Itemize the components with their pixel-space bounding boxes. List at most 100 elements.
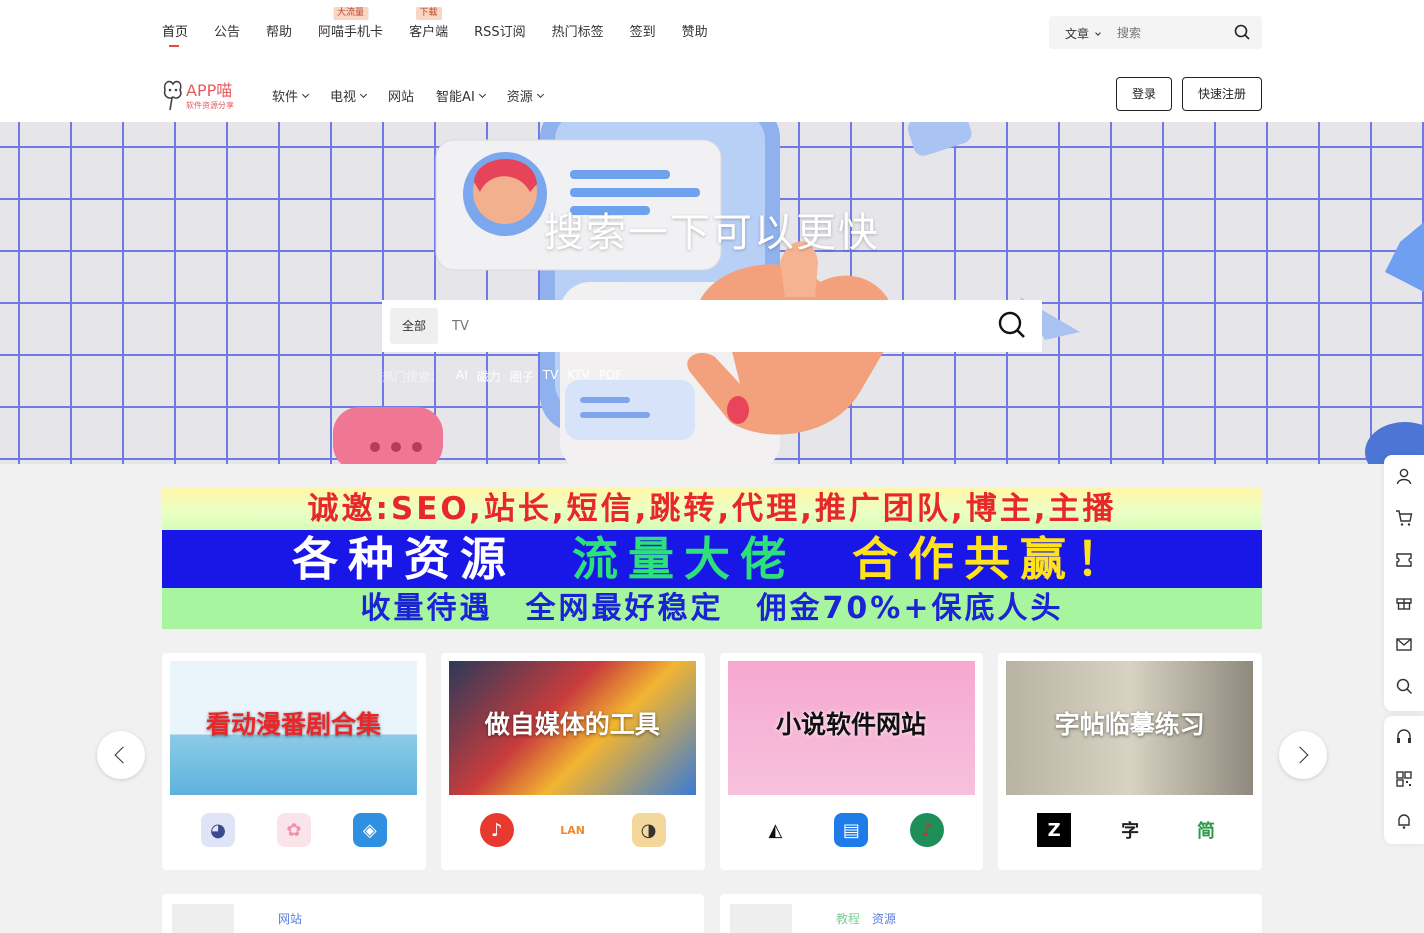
chevron-down-icon — [301, 90, 310, 98]
site-logo[interactable]: APP喵 软件资源分享 — [162, 76, 244, 112]
ad-banner[interactable]: 诚邀:SEO,站长,短信,跳转,代理,推广团队,博主,主播 各种资源 流量大佬 … — [162, 488, 1262, 629]
main-nav: 软件 电视 网站 智能AI 资源 — [272, 86, 565, 105]
category-carousel: 看动漫番剧合集 ◕ ✿ ◈ 做自媒体的工具 ♪ LAN ◑ 小说软件网站 ◭ ▤ ♪ 字帖临摹练习 Z 字 简 — [162, 653, 1262, 870]
top-nav-item[interactable]: 帮助 — [266, 24, 292, 44]
search-category-select[interactable]: 文章 — [1065, 25, 1101, 42]
top-nav-item[interactable]: 热门标签 — [552, 24, 604, 44]
post-card-left[interactable]: 网站 — [162, 894, 704, 933]
main-nav-item[interactable]: 智能AI — [436, 86, 486, 105]
top-nav: 首页 公告 帮助 阿喵手机卡 大流量 客户端 下载 RSS订阅 热门标签 签到 赞助 — [162, 7, 734, 47]
floating-toolbar-secondary — [1384, 716, 1424, 844]
top-nav-item[interactable]: RSS订阅 — [474, 24, 526, 44]
top-nav-label: RSS订阅 — [474, 25, 526, 40]
hot-search-tag[interactable]: 圈子 — [510, 368, 534, 385]
category-thumbnail[interactable]: 看动漫番剧合集 — [170, 661, 417, 795]
hot-search-tag[interactable]: KTV — [567, 368, 589, 385]
cart-icon[interactable] — [1395, 509, 1413, 527]
chevron-down-icon — [1095, 30, 1101, 36]
banner-line-2: 各种资源 流量大佬 合作共赢！ — [162, 530, 1262, 588]
hot-search-label: 热门搜索： — [382, 370, 443, 384]
category-caption: 看动漫番剧合集 — [205, 710, 381, 739]
search-icon[interactable] — [998, 311, 1026, 343]
app-icon-row: ◭ ▤ ♪ — [720, 813, 984, 847]
hero-banner: 搜索一下可以更快 — [0, 122, 1424, 464]
category-card[interactable]: 字帖临摹练习 Z 字 简 — [998, 653, 1262, 870]
app-icon[interactable]: ✿ — [276, 813, 311, 847]
top-nav-item[interactable]: 赞助 — [682, 24, 708, 44]
app-icon[interactable]: ◑ — [631, 813, 666, 847]
logo-tagline: 软件资源分享 — [186, 100, 234, 110]
hero-search-input[interactable] — [452, 314, 952, 338]
nav-badge: 下载 — [415, 7, 442, 20]
app-icon[interactable]: ◈ — [352, 813, 387, 847]
top-nav-label: 阿喵手机卡 — [318, 25, 384, 40]
header-search: 文章 — [1049, 16, 1262, 49]
ticket-icon[interactable] — [1395, 551, 1413, 569]
search-icon[interactable] — [1234, 24, 1250, 44]
chevron-left-icon — [114, 746, 132, 764]
category-card[interactable]: 看动漫番剧合集 ◕ ✿ ◈ — [162, 653, 426, 870]
top-nav-label: 签到 — [629, 25, 656, 40]
gift-icon[interactable] — [1395, 593, 1413, 611]
top-nav-item[interactable]: 公告 — [214, 24, 240, 44]
app-icon[interactable]: LAN — [555, 813, 590, 847]
app-icon[interactable]: ♪ — [479, 813, 514, 847]
app-icon[interactable]: Z — [1037, 813, 1072, 847]
chevron-down-icon — [536, 90, 544, 98]
post-thumbnail — [172, 904, 234, 933]
register-button[interactable]: 快速注册 — [1182, 77, 1262, 111]
main-nav-label: 资源 — [506, 90, 533, 105]
hero-search-category[interactable]: 全部 — [390, 308, 438, 344]
bell-icon[interactable] — [1395, 812, 1413, 830]
mail-icon[interactable] — [1395, 635, 1413, 653]
main-nav-item[interactable]: 软件 — [272, 86, 310, 105]
top-nav-label: 公告 — [214, 25, 241, 40]
banner-line-2c: 合作共赢！ — [852, 532, 1133, 586]
app-icon[interactable]: 简 — [1189, 813, 1224, 847]
app-icon[interactable]: ◭ — [758, 813, 793, 847]
top-nav-item[interactable]: 阿喵手机卡 大流量 — [318, 7, 384, 44]
hot-search-tag[interactable]: AI — [456, 368, 468, 385]
top-nav-item[interactable]: 签到 — [630, 24, 656, 44]
headset-icon[interactable] — [1395, 728, 1413, 746]
top-nav-label: 热门标签 — [551, 25, 604, 40]
category-thumbnail[interactable]: 做自媒体的工具 — [448, 661, 696, 795]
hot-search-tag[interactable]: TV — [543, 368, 559, 385]
banner-line-1: 诚邀:SEO,站长,短信,跳转,代理,推广团队,博主,主播 — [162, 488, 1262, 530]
hero-illustration — [333, 122, 1424, 464]
top-nav-item[interactable]: 客户端 下载 — [409, 7, 448, 44]
qrcode-icon[interactable] — [1395, 770, 1413, 788]
app-icon[interactable]: ♪ — [910, 813, 945, 847]
app-icon[interactable]: ▤ — [834, 813, 869, 847]
main-nav-item[interactable]: 电视 — [330, 86, 368, 105]
hot-search-tag[interactable]: PDF — [599, 368, 622, 385]
app-icon[interactable]: 字 — [1113, 813, 1148, 847]
hot-search-tag[interactable]: 磁力 — [477, 368, 501, 385]
search-icon[interactable] — [1395, 677, 1413, 695]
category-card[interactable]: 做自媒体的工具 ♪ LAN ◑ — [440, 653, 705, 870]
main-nav-item[interactable]: 资源 — [506, 86, 544, 105]
logo-text: APP喵 — [186, 81, 232, 100]
main-nav-item[interactable]: 网站 — [388, 86, 414, 105]
chevron-down-icon — [478, 90, 486, 98]
chevron-down-icon — [359, 90, 368, 98]
app-icon-row: Z字简 — [998, 813, 1262, 847]
app-icon-row: ♪ LAN ◑ — [441, 813, 705, 847]
top-nav-item[interactable]: 首页 — [162, 24, 188, 47]
header-search-input[interactable] — [1117, 22, 1227, 43]
post-card-right[interactable]: 教程 资源 — [720, 894, 1262, 933]
category-thumbnail[interactable]: 小说软件网站 — [727, 661, 975, 795]
category-caption: 做自媒体的工具 — [484, 710, 660, 739]
category-card[interactable]: 小说软件网站 ◭ ▤ ♪ — [719, 653, 984, 870]
carousel-next-button[interactable] — [1279, 731, 1327, 779]
login-button[interactable]: 登录 — [1116, 77, 1172, 111]
category-thumbnail[interactable]: 字帖临摹练习 — [1006, 661, 1254, 795]
post-category-tag[interactable]: 网站 — [278, 910, 302, 927]
banner-line-2a: 各种资源 — [291, 532, 516, 586]
carousel-prev-button[interactable] — [97, 731, 145, 779]
user-icon[interactable] — [1395, 467, 1413, 485]
post-category-tag[interactable]: 资源 — [872, 910, 896, 927]
app-icon[interactable]: ◕ — [200, 813, 235, 847]
main-nav-label: 网站 — [388, 90, 415, 105]
post-category-tag[interactable]: 教程 — [836, 910, 860, 927]
